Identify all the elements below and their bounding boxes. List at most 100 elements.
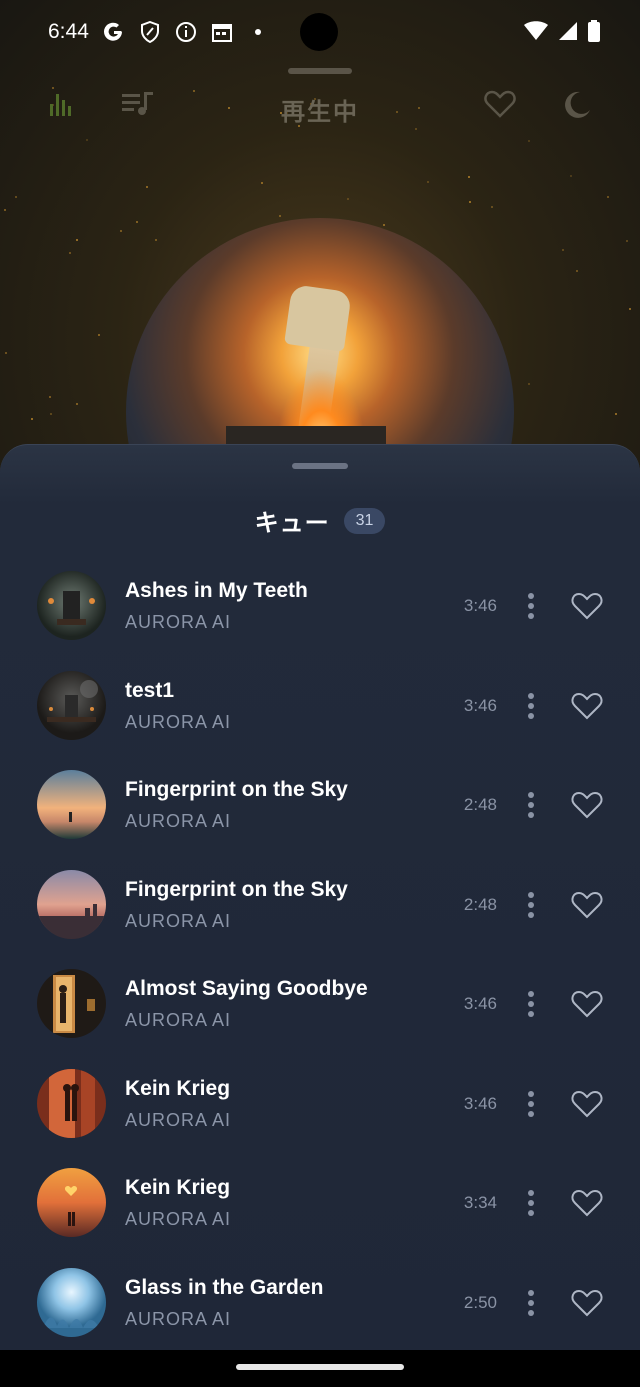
track-artist: AURORA AI [125, 1010, 232, 1030]
queue-item[interactable]: Almost Saying Goodbye AURORA AI 3:46 [0, 955, 640, 1055]
star-particle [76, 239, 78, 241]
heart-icon[interactable] [484, 90, 516, 118]
track-thumbnail [37, 670, 106, 740]
track-artist: AURORA AI [125, 910, 232, 931]
star-particle [146, 186, 148, 188]
queue-item[interactable]: Kein Krieg AURORA AI 3:34 [0, 1154, 640, 1254]
status-time: 6:44 [48, 20, 89, 43]
star-particle [76, 403, 78, 405]
track-thumbnail [37, 1267, 106, 1337]
battery-icon [588, 20, 600, 48]
track-thumbnail [37, 1068, 106, 1138]
favorite-heart-icon[interactable] [570, 1188, 604, 1218]
favorite-heart-icon[interactable] [570, 790, 604, 820]
track-duration: 2:48 [463, 894, 497, 914]
track-duration: 3:34 [463, 1193, 497, 1212]
queue-item[interactable]: Glass in the Garden AURORA AI 2:50 [0, 1254, 640, 1351]
track-title: Glass in the Garden [125, 1275, 324, 1299]
track-title: Kein Krieg [125, 1076, 231, 1100]
track-thumbnail [37, 869, 106, 939]
system-nav-bar [0, 1350, 640, 1387]
moon-icon[interactable] [562, 90, 592, 120]
star-particle [528, 383, 530, 385]
star-particle [261, 182, 263, 184]
track-title: Fingerprint on the Sky [125, 877, 348, 901]
star-particle [626, 240, 628, 242]
track-thumbnail [37, 969, 106, 1038]
star-particle [5, 352, 7, 354]
star-particle [4, 209, 6, 211]
more-options-icon[interactable] [521, 890, 541, 920]
more-options-icon[interactable] [521, 1188, 541, 1218]
track-title: Ashes in My Teeth [125, 579, 308, 602]
home-gesture-handle[interactable] [236, 1364, 404, 1370]
star-particle [86, 139, 88, 141]
star-particle [69, 252, 71, 254]
track-duration: 3:46 [463, 695, 497, 715]
track-title: Fingerprint on the Sky [125, 778, 348, 801]
now-playing-screen: 再生中 [0, 0, 640, 520]
track-artist: AURORA AI [125, 1308, 232, 1329]
star-particle [49, 396, 51, 398]
star-particle [31, 418, 33, 420]
track-duration: 3:46 [463, 596, 497, 615]
star-particle [383, 224, 385, 226]
track-artist: AURORA AI [125, 612, 232, 632]
more-options-icon[interactable] [521, 790, 541, 820]
queue-item[interactable]: Fingerprint on the Sky AURORA AI 2:48 [0, 756, 640, 856]
queue-item[interactable]: test1 AURORA AI 3:46 [0, 657, 640, 757]
track-duration: 3:46 [463, 1093, 497, 1113]
more-options-icon[interactable] [521, 989, 541, 1019]
favorite-heart-icon[interactable] [570, 989, 604, 1019]
track-artist: AURORA AI [125, 1109, 232, 1130]
player-toolbar: 再生中 [0, 84, 640, 130]
track-title: Almost Saying Goodbye [125, 977, 368, 1000]
star-particle [98, 334, 100, 336]
camera-cutout [300, 13, 338, 51]
sheet-drag-handle[interactable] [292, 463, 348, 469]
queue-item[interactable]: Fingerprint on the Sky AURORA AI 2:48 [0, 856, 640, 956]
wifi-icon [524, 21, 548, 47]
favorite-heart-icon[interactable] [570, 591, 604, 621]
star-particle [570, 175, 572, 177]
queue-item[interactable]: Ashes in My Teeth AURORA AI 3:46 [0, 557, 640, 657]
track-duration: 3:46 [463, 994, 497, 1013]
track-artist: AURORA AI [125, 711, 232, 732]
star-particle [15, 196, 17, 198]
more-options-icon[interactable] [521, 691, 541, 721]
star-particle [50, 413, 52, 415]
star-particle [615, 413, 617, 415]
track-thumbnail [37, 1168, 106, 1237]
favorite-heart-icon[interactable] [570, 1288, 604, 1318]
album-art-guitar-head [284, 284, 352, 352]
star-particle [136, 221, 138, 223]
info-icon [175, 21, 197, 43]
cellular-icon [558, 21, 578, 47]
track-thumbnail [37, 571, 106, 640]
queue-item[interactable]: Kein Krieg AURORA AI 3:46 [0, 1055, 640, 1155]
track-artist: AURORA AI [125, 811, 232, 831]
queue-list: Ashes in My Teeth AURORA AI 3:46 test1 A… [0, 557, 640, 1350]
google-icon [103, 21, 125, 43]
dot-icon [247, 21, 269, 43]
queue-count-badge: 31 [343, 507, 386, 534]
favorite-heart-icon[interactable] [570, 1089, 604, 1119]
star-particle [491, 206, 493, 208]
star-particle [528, 140, 530, 142]
favorite-heart-icon[interactable] [570, 890, 604, 920]
more-options-icon[interactable] [521, 591, 541, 621]
star-particle [576, 270, 578, 272]
track-title: Kein Krieg [125, 1176, 231, 1199]
status-bar: 6:44 [0, 0, 640, 64]
top-drag-handle[interactable] [288, 68, 352, 74]
star-particle [427, 181, 429, 183]
queue-sheet: キュー 31 Ashes in My Teeth AURORA AI 3:46 … [0, 444, 640, 1350]
star-particle [120, 230, 122, 232]
favorite-heart-icon[interactable] [570, 691, 604, 721]
more-options-icon[interactable] [521, 1288, 541, 1318]
star-particle [347, 198, 349, 200]
track-duration: 2:50 [463, 1292, 497, 1312]
calendar-icon [211, 21, 233, 43]
more-options-icon[interactable] [521, 1089, 541, 1119]
star-particle [607, 196, 609, 198]
